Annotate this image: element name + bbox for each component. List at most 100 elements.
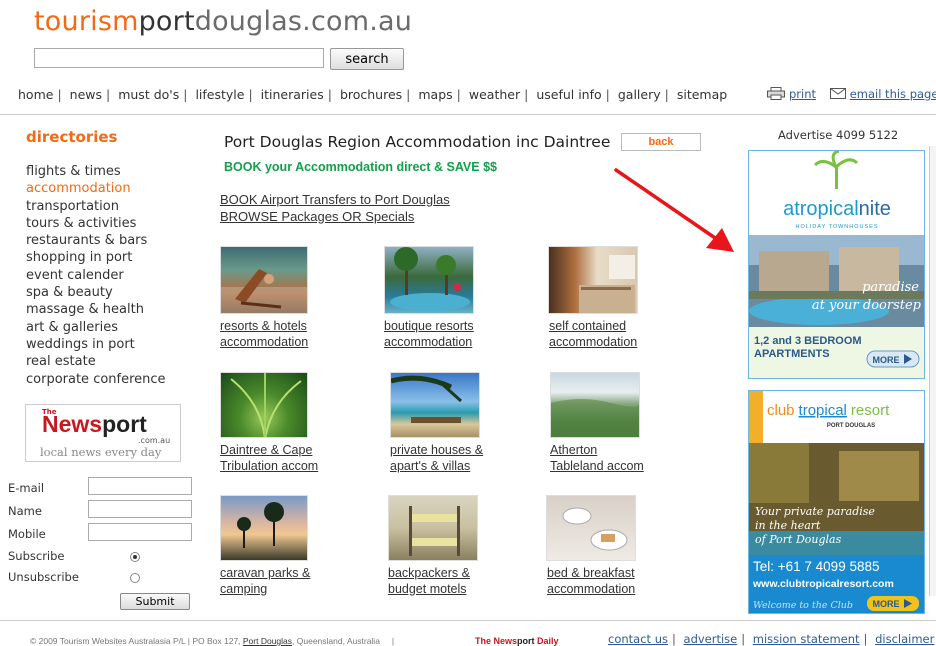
cap-daintree[interactable]: Daintree & Cape Tribulation accom — [220, 442, 318, 474]
ad2-sub-text: PORT DOUGLAS — [827, 423, 875, 429]
dir-item-massage[interactable]: massage & health — [26, 301, 166, 318]
ad2-phone: Tel: +61 7 4099 5885 — [753, 559, 879, 574]
dir-item-accommodation[interactable]: accommodation — [26, 180, 166, 197]
ad1-slogan-line1: paradise — [862, 280, 919, 295]
dir-item-shopping[interactable]: shopping in port — [26, 249, 166, 266]
mobile-field[interactable] — [88, 523, 192, 541]
submit-button[interactable]: Submit — [120, 593, 190, 610]
dir-item-tours[interactable]: tours & activities — [26, 215, 166, 232]
dir-item-corporate[interactable]: corporate conference — [26, 371, 166, 388]
footer-port-douglas-link[interactable]: Port Douglas — [243, 636, 292, 646]
logo-part-domain: douglas.com.au — [194, 6, 413, 37]
book-direct-text: BOOK your Accommodation direct & SAVE $$ — [224, 160, 497, 174]
dir-item-transportation[interactable]: transportation — [26, 198, 166, 215]
cap-atherton[interactable]: Atherton Tableland accom — [550, 442, 644, 474]
footer-newsport-link[interactable]: The Newsport Daily — [475, 636, 559, 646]
unsubscribe-label: Unsubscribe — [8, 570, 79, 584]
cap-self-contained[interactable]: self contained accommodation — [549, 318, 637, 350]
ad2-brand-text: club tropical resort — [767, 402, 890, 419]
nav-gallery[interactable]: gallery — [618, 87, 661, 102]
dir-item-spa[interactable]: spa & beauty — [26, 284, 166, 301]
envelope-icon[interactable] — [829, 88, 846, 99]
thumb-atherton[interactable] — [550, 372, 640, 438]
ad2-script-line1: Your private paradise — [755, 505, 875, 518]
footer-links: contact us | advertise | mission statement… — [608, 632, 935, 646]
unsubscribe-radio[interactable] — [130, 573, 140, 583]
back-button[interactable]: back — [621, 133, 701, 151]
nav-news[interactable]: news — [70, 87, 102, 102]
ad2-welcome: Welcome to the Club — [753, 600, 853, 611]
directories-list: flights & times accommodation transporta… — [26, 163, 166, 388]
club-tropical-ad-art: club tropical resort PORT DOUGLAS Your pri… — [749, 391, 924, 613]
nav-maps[interactable]: maps — [418, 87, 452, 102]
footer-disclaimer-link[interactable]: disclaimer — [875, 632, 934, 646]
dir-item-real-estate[interactable]: real estate — [26, 353, 166, 370]
cap-resorts-hotels[interactable]: resorts & hotels accommodation — [220, 318, 308, 350]
utility-links: print email this page — [767, 87, 936, 101]
dir-item-restaurants[interactable]: restaurants & bars — [26, 232, 166, 249]
thumb-boutique-resorts[interactable] — [384, 246, 474, 314]
dir-item-events[interactable]: event calender — [26, 267, 166, 284]
email-page-link[interactable]: email this page — [850, 87, 936, 101]
breakfast-icon — [562, 507, 628, 551]
logo-part-port: port — [138, 6, 195, 37]
name-field[interactable] — [88, 500, 192, 518]
kitchen-icon — [579, 255, 635, 313]
newsport-domain: .com.au — [138, 436, 171, 445]
subscribe-radio[interactable] — [130, 552, 140, 562]
thumb-private-houses[interactable] — [390, 372, 480, 438]
red-arrow-icon — [614, 168, 734, 252]
right-scrollbar[interactable] — [929, 146, 936, 596]
atropicalnite-ad[interactable]: atropicalnite HOLIDAY TOWNHOUSES paradis… — [748, 150, 925, 379]
name-label: Name — [8, 504, 42, 518]
thumb-bed-breakfast[interactable] — [546, 495, 636, 561]
search-input[interactable] — [34, 48, 324, 68]
nav-useful-info[interactable]: useful info — [536, 87, 601, 102]
thumb-daintree[interactable] — [220, 372, 308, 438]
cap-caravan-parks[interactable]: caravan parks & camping — [220, 565, 310, 597]
ad2-script-line3: of Port Douglas — [755, 533, 842, 546]
search-button[interactable]: search — [330, 48, 404, 70]
thumb-backpackers[interactable] — [388, 495, 478, 561]
thumb-caravan-parks[interactable] — [220, 495, 308, 561]
nav-sitemap[interactable]: sitemap — [677, 87, 727, 102]
nav-must-dos[interactable]: must do's — [118, 87, 179, 102]
cap-backpackers[interactable]: backpackers & budget motels — [388, 565, 470, 597]
nav-itineraries[interactable]: itineraries — [261, 87, 324, 102]
footer-divider — [0, 620, 936, 621]
thumb-self-contained[interactable] — [548, 246, 638, 314]
copyright-text: © 2009 Tourism Websites Australasia P/L … — [30, 636, 395, 646]
nav-brochures[interactable]: brochures — [340, 87, 402, 102]
cap-private-houses[interactable]: private houses & apart's & villas — [390, 442, 483, 474]
newsport-banner[interactable]: The Newsport .com.au local news every da… — [25, 404, 181, 462]
thumb-resorts-hotels[interactable] — [220, 246, 308, 314]
printer-icon[interactable] — [767, 87, 785, 100]
print-link[interactable]: print — [789, 87, 816, 101]
airport-transfers-link[interactable]: BOOK Airport Transfers to Port Douglas — [220, 192, 450, 207]
ad1-brand-text: atropicalnite — [783, 198, 891, 220]
ad1-rooms-line2: APARTMENTS — [754, 348, 830, 360]
ad1-rooms-line1: 1,2 and 3 BEDROOM — [754, 335, 862, 347]
newsport-tagline: local news every day — [40, 445, 162, 459]
footer-contact-link[interactable]: contact us — [608, 632, 668, 646]
page-title: Port Douglas Region Accommodation inc Da… — [224, 133, 611, 151]
cap-boutique-resorts[interactable]: boutique resorts accommodation — [384, 318, 474, 350]
nav-weather[interactable]: weather — [469, 87, 520, 102]
packages-specials-link[interactable]: BROWSE Packages OR Specials — [220, 209, 414, 224]
club-tropical-ad[interactable]: club tropical resort PORT DOUGLAS Your pri… — [748, 390, 925, 614]
ad2-flower-icon — [749, 391, 763, 443]
footer-mission-link[interactable]: mission statement — [753, 632, 860, 646]
dir-item-flights[interactable]: flights & times — [26, 163, 166, 180]
dir-item-art[interactable]: art & galleries — [26, 319, 166, 336]
nav-home[interactable]: home — [18, 87, 53, 102]
email-field[interactable] — [88, 477, 192, 495]
dir-item-weddings[interactable]: weddings in port — [26, 336, 166, 353]
logo-part-tourism: tourism — [34, 6, 139, 37]
site-logo[interactable]: tourismportdouglas.com.au — [34, 6, 412, 37]
atropicalnite-ad-art: atropicalnite HOLIDAY TOWNHOUSES paradis… — [749, 151, 924, 378]
advertise-phone: Advertise 4099 5122 — [778, 128, 899, 142]
footer-advertise-link[interactable]: advertise — [684, 632, 738, 646]
nav-lifestyle[interactable]: lifestyle — [195, 87, 244, 102]
ad2-more-label: MORE — [873, 599, 900, 609]
cap-bed-breakfast[interactable]: bed & breakfast accommodation — [547, 565, 635, 597]
